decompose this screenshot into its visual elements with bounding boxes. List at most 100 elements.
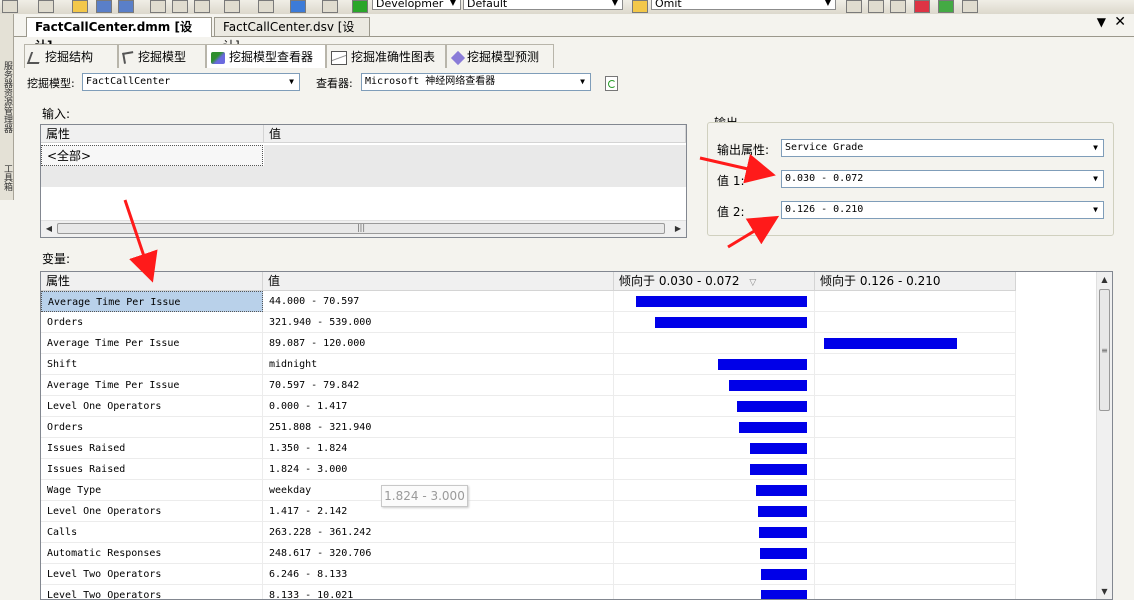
var-favors2-cell[interactable]	[815, 375, 1016, 396]
var-favors2-cell[interactable]	[815, 417, 1016, 438]
scroll-left-icon[interactable]: ◀	[41, 221, 57, 237]
var-attribute-cell[interactable]: Issues Raised	[41, 459, 263, 480]
toolbox-tab[interactable]: 工具箱	[0, 154, 12, 200]
new-project-icon[interactable]	[2, 0, 18, 13]
var-favors2-cell[interactable]	[815, 564, 1016, 585]
find-combo[interactable]: Omit ▼	[651, 0, 836, 10]
var-favors2-cell[interactable]	[815, 522, 1016, 543]
var-favors2-cell[interactable]	[815, 543, 1016, 564]
var-favors2-cell[interactable]	[815, 291, 1016, 312]
table-row[interactable]: Issues Raised 1.824 - 3.000	[41, 459, 1016, 480]
var-favors2-cell[interactable]	[815, 585, 1016, 599]
error-list-icon[interactable]	[938, 0, 954, 13]
table-row[interactable]: Calls 263.228 - 361.242	[41, 522, 1016, 543]
var-attribute-cell[interactable]: Level One Operators	[41, 396, 263, 417]
var-value-cell[interactable]: 251.808 - 321.940	[263, 417, 614, 438]
input-new-row[interactable]	[41, 166, 686, 187]
var-value-cell[interactable]: 248.617 - 320.706	[263, 543, 614, 564]
properties-icon[interactable]	[868, 0, 884, 13]
redo-icon[interactable]	[258, 0, 274, 13]
var-value-cell[interactable]: 0.000 - 1.417	[263, 396, 614, 417]
tab-mining-models[interactable]: 挖掘模型	[118, 44, 206, 68]
var-attribute-cell[interactable]: Level Two Operators	[41, 564, 263, 585]
solution-explorer-icon[interactable]	[846, 0, 862, 13]
var-attribute-cell[interactable]: Level One Operators	[41, 501, 263, 522]
value1-select[interactable]: 0.030 - 0.072 ▼	[781, 170, 1104, 188]
table-row[interactable]: Level One Operators 0.000 - 1.417	[41, 396, 1016, 417]
add-item-icon[interactable]	[38, 0, 54, 13]
value2-select[interactable]: 0.126 - 0.210 ▼	[781, 201, 1104, 219]
input-horizontal-scrollbar[interactable]: ◀ ||| ▶	[41, 220, 686, 237]
var-attribute-cell[interactable]: Level Two Operators	[41, 585, 263, 599]
var-attribute-cell[interactable]: Orders	[41, 312, 263, 333]
input-row-all-value[interactable]	[264, 145, 686, 166]
viewer-select[interactable]: Microsoft 神经网络查看器 ▼	[361, 73, 591, 91]
var-attribute-cell[interactable]: Wage Type	[41, 480, 263, 501]
navigate-back-icon[interactable]	[290, 0, 306, 13]
table-row[interactable]: Average Time Per Issue 89.087 - 120.000	[41, 333, 1016, 354]
var-value-cell[interactable]: 6.246 - 8.133	[263, 564, 614, 585]
toolbox-icon[interactable]	[914, 0, 930, 13]
input-col-value[interactable]: 值	[264, 125, 686, 143]
var-favors2-cell[interactable]	[815, 312, 1016, 333]
close-icon[interactable]: ✕	[1114, 14, 1126, 30]
var-attribute-cell[interactable]: Average Time Per Issue	[41, 333, 263, 354]
start-debug-icon[interactable]	[352, 0, 368, 13]
input-col-attribute[interactable]: 属性	[41, 125, 264, 143]
table-row[interactable]: Level Two Operators 8.133 - 10.021	[41, 585, 1016, 599]
variables-vertical-scrollbar[interactable]: ▲ ≡ ▼	[1096, 272, 1112, 599]
scroll-thumb[interactable]: ≡	[1099, 289, 1110, 411]
tab-factcallcenter-dsv[interactable]: FactCallCenter.dsv [设计]	[214, 17, 370, 53]
var-favors2-cell[interactable]	[815, 354, 1016, 375]
var-favors2-cell[interactable]	[815, 459, 1016, 480]
tab-factcallcenter-dmm[interactable]: FactCallCenter.dmm [设计]	[26, 17, 212, 53]
solution-config-combo[interactable]: Developmer ▼	[372, 0, 461, 10]
var-col-attribute[interactable]: 属性	[41, 272, 263, 291]
scroll-right-icon[interactable]: ▶	[670, 221, 686, 237]
paste-icon[interactable]	[194, 0, 210, 13]
var-attribute-cell[interactable]: Average Time Per Issue	[41, 375, 263, 396]
var-attribute-cell[interactable]: Calls	[41, 522, 263, 543]
table-row[interactable]: Issues Raised 1.350 - 1.824	[41, 438, 1016, 459]
cut-icon[interactable]	[150, 0, 166, 13]
var-value-cell[interactable]: 44.000 - 70.597	[263, 291, 614, 312]
tab-dropdown-icon[interactable]: ▼	[1097, 15, 1106, 29]
var-attribute-cell[interactable]: Orders	[41, 417, 263, 438]
table-row[interactable]: Level One Operators 1.417 - 2.142	[41, 501, 1016, 522]
var-attribute-cell[interactable]: Issues Raised	[41, 438, 263, 459]
output-attribute-select[interactable]: Service Grade ▼	[781, 139, 1104, 157]
start-page-icon[interactable]	[962, 0, 978, 13]
scroll-up-icon[interactable]: ▲	[1097, 272, 1112, 287]
refresh-viewer-icon[interactable]	[605, 76, 618, 91]
var-col-favors-value1[interactable]: 倾向于 0.030 - 0.072 ▽	[614, 272, 815, 291]
var-attribute-cell[interactable]: Shift	[41, 354, 263, 375]
solution-platform-combo[interactable]: Default ▼	[463, 0, 623, 10]
tab-mining-model-prediction[interactable]: 挖掘模型预测	[446, 44, 554, 68]
copy-icon[interactable]	[172, 0, 188, 13]
object-browser-icon[interactable]	[890, 0, 906, 13]
save-icon[interactable]	[96, 0, 112, 13]
tab-mining-model-viewer[interactable]: 挖掘模型查看器	[206, 44, 326, 68]
mining-model-select[interactable]: FactCallCenter ▼	[82, 73, 300, 91]
var-favors2-cell[interactable]	[815, 396, 1016, 417]
table-row[interactable]: Automatic Responses 248.617 - 320.706	[41, 543, 1016, 564]
var-value-cell[interactable]: 263.228 - 361.242	[263, 522, 614, 543]
var-value-cell[interactable]: 321.940 - 539.000	[263, 312, 614, 333]
table-row[interactable]: Level Two Operators 6.246 - 8.133	[41, 564, 1016, 585]
var-value-cell[interactable]: 8.133 - 10.021	[263, 585, 614, 599]
table-row[interactable]: Orders 251.808 - 321.940	[41, 417, 1016, 438]
tab-mining-accuracy-chart[interactable]: 挖掘准确性图表	[326, 44, 446, 68]
table-row[interactable]: Orders 321.940 - 539.000	[41, 312, 1016, 333]
var-attribute-cell[interactable]: Average Time Per Issue	[41, 291, 263, 312]
navigate-forward-icon[interactable]	[322, 0, 338, 13]
var-favors2-cell[interactable]	[815, 480, 1016, 501]
var-value-cell[interactable]: 1.350 - 1.824	[263, 438, 614, 459]
var-col-favors-value2[interactable]: 倾向于 0.126 - 0.210	[815, 272, 1016, 291]
scroll-down-icon[interactable]: ▼	[1097, 584, 1112, 599]
var-col-value[interactable]: 值	[263, 272, 614, 291]
var-favors2-cell[interactable]	[815, 501, 1016, 522]
var-value-cell[interactable]: midnight	[263, 354, 614, 375]
var-favors1-cell[interactable]	[614, 333, 815, 354]
var-value-cell[interactable]: 70.597 - 79.842	[263, 375, 614, 396]
var-attribute-cell[interactable]: Automatic Responses	[41, 543, 263, 564]
